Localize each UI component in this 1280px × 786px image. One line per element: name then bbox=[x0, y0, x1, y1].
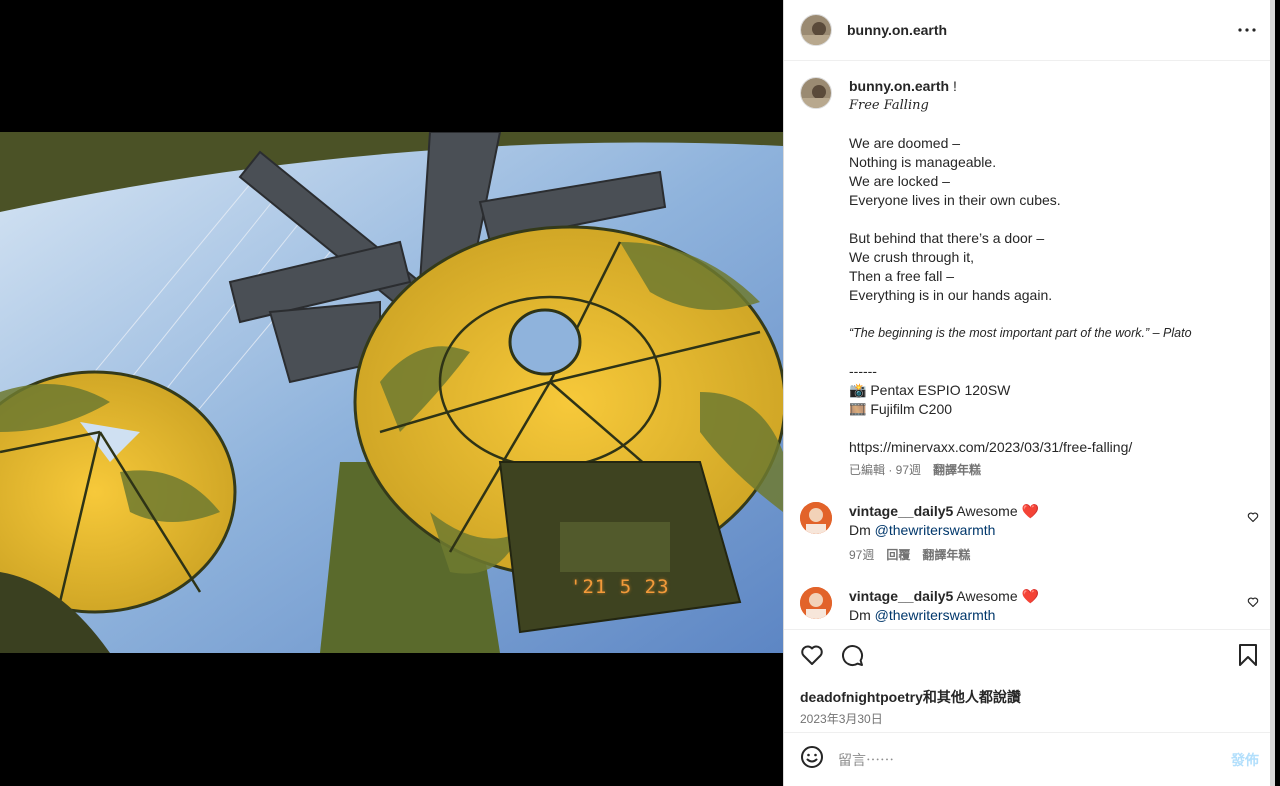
comment-line2-prefix: Dm bbox=[849, 607, 875, 623]
bookmark-icon[interactable] bbox=[1237, 643, 1259, 672]
commenter-avatar[interactable] bbox=[800, 502, 832, 534]
translate-button[interactable]: 翻譯年糕 bbox=[933, 463, 981, 477]
comment-icon[interactable] bbox=[840, 643, 864, 672]
caption-line: We are locked – bbox=[849, 173, 950, 189]
author-avatar[interactable] bbox=[800, 14, 832, 46]
caption-camera: 📸 Pentax ESPIO 120SW bbox=[849, 382, 1011, 398]
comment-age: 97週 bbox=[849, 548, 875, 562]
caption-edited-age: 已編輯 · 97週 bbox=[849, 463, 922, 477]
emoji-icon[interactable] bbox=[800, 745, 824, 774]
like-comment-icon[interactable] bbox=[1247, 510, 1259, 528]
caption-divider: ------ bbox=[849, 363, 877, 379]
post-comment-button[interactable]: 發佈 bbox=[1231, 750, 1259, 770]
post-header: bunny.on.earth bbox=[784, 0, 1275, 61]
comment-meta: 97週 回覆 翻譯年糕 bbox=[849, 546, 1259, 565]
photo-illustration bbox=[0, 132, 783, 653]
caption-line: We are doomed – bbox=[849, 135, 961, 151]
photo-date-stamp: '21 5 23 bbox=[570, 576, 670, 598]
comment-translate-button[interactable]: 翻譯年糕 bbox=[922, 548, 970, 562]
comment-item: vintage__daily5 Awesome ❤️ Dm @thewriter… bbox=[800, 587, 1259, 625]
caption-line: We crush through it, bbox=[849, 249, 975, 265]
scrollbar-edge bbox=[1270, 0, 1275, 786]
caption-meta: 已編輯 · 97週 翻譯年糕 bbox=[849, 461, 1192, 480]
caption-title: Free Falling bbox=[849, 98, 929, 113]
comment-emoji: ❤️ bbox=[1021, 503, 1039, 519]
author-username[interactable]: bunny.on.earth bbox=[847, 22, 1235, 38]
caption-line: But behind that there’s a door – bbox=[849, 230, 1045, 246]
comment-text: Awesome bbox=[956, 503, 1018, 519]
caption-body: bunny.on.earth ! Free Falling We are doo… bbox=[849, 77, 1192, 480]
add-comment-bar: 發佈 bbox=[784, 732, 1275, 786]
caption-line: Everyone lives in their own cubes. bbox=[849, 192, 1061, 208]
commenter-avatar[interactable] bbox=[800, 587, 832, 619]
comment-body: vintage__daily5 Awesome ❤️ Dm @thewriter… bbox=[849, 587, 1259, 625]
caption-line: Nothing is manageable. bbox=[849, 154, 997, 170]
comments-section[interactable]: bunny.on.earth ! Free Falling We are doo… bbox=[784, 61, 1275, 629]
comment-text: Awesome bbox=[956, 588, 1018, 604]
commenter-username[interactable]: vintage__daily5 bbox=[849, 588, 953, 604]
commenter-username[interactable]: vintage__daily5 bbox=[849, 503, 953, 519]
more-icon[interactable] bbox=[1235, 18, 1259, 42]
post-date: 2023年3月30日 bbox=[800, 712, 883, 726]
comment-mention[interactable]: @thewriterswarmth bbox=[875, 607, 996, 623]
caption-film: 🎞️ Fujifilm C200 bbox=[849, 401, 953, 417]
post-side-panel: bunny.on.earth bunny.on.earth ! Free Fal… bbox=[783, 0, 1275, 786]
likes-summary[interactable]: deadofnightpoetry和其他人都說讚 bbox=[800, 687, 1259, 707]
post-actions: deadofnightpoetry和其他人都說讚 2023年3月30日 bbox=[784, 629, 1275, 732]
caption-quote: “The beginning is the most important par… bbox=[849, 326, 1192, 340]
post-photo[interactable]: '21 5 23 bbox=[0, 132, 783, 653]
comment-line2-prefix: Dm bbox=[849, 522, 875, 538]
heart-icon[interactable] bbox=[800, 643, 824, 672]
caption-username[interactable]: bunny.on.earth bbox=[849, 78, 949, 94]
caption-line: Everything is in our hands again. bbox=[849, 287, 1053, 303]
like-comment-icon[interactable] bbox=[1247, 595, 1259, 613]
caption: bunny.on.earth ! Free Falling We are doo… bbox=[800, 77, 1259, 480]
comment-mention[interactable]: @thewriterswarmth bbox=[875, 522, 996, 538]
caption-link[interactable]: https://minervaxx.com/2023/03/31/free-fa… bbox=[849, 438, 1192, 457]
comment-emoji: ❤️ bbox=[1021, 588, 1039, 604]
comment-item: vintage__daily5 Awesome ❤️ Dm @thewriter… bbox=[800, 502, 1259, 565]
reply-button[interactable]: 回覆 bbox=[886, 548, 910, 562]
photo-pane: '21 5 23 bbox=[0, 0, 783, 786]
comment-body: vintage__daily5 Awesome ❤️ Dm @thewriter… bbox=[849, 502, 1259, 565]
comment-input[interactable] bbox=[838, 751, 1231, 768]
caption-avatar[interactable] bbox=[800, 77, 832, 109]
caption-line: Then a free fall – bbox=[849, 268, 955, 284]
action-icon-row bbox=[800, 643, 1259, 672]
caption-suffix: ! bbox=[952, 78, 957, 94]
